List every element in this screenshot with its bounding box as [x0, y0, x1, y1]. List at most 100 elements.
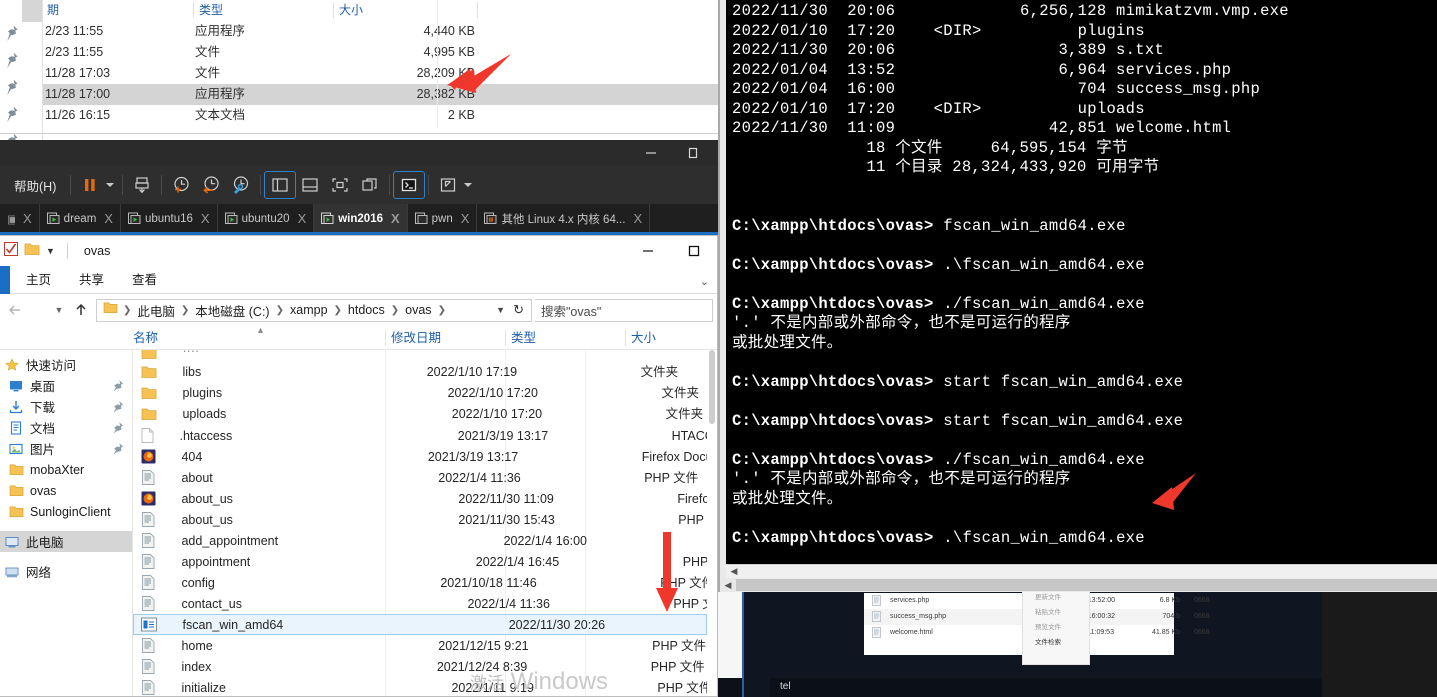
table-row[interactable]: index 2021/12/24 8:39 PHP 文件 5 KB [133, 656, 717, 677]
table-row-selected[interactable]: 11/28 17:00 应用程序 28,382 KB [43, 84, 718, 105]
table-row[interactable]: add_appointment 2022/1/4 16:00 PHP 文件 8 … [133, 530, 717, 551]
table-row[interactable]: 11/26 16:15 文本文档 2 KB [43, 105, 718, 126]
breadcrumb-item[interactable]: 此电脑 [134, 301, 178, 320]
minimize-icon[interactable] [625, 236, 671, 266]
up-icon[interactable] [70, 298, 92, 322]
column-header-type[interactable]: 类型 [199, 0, 223, 20]
explorer-file-list[interactable]: ···· libs 2022/1/10 17:19 文件夹 plugins 20… [133, 350, 717, 696]
sidebar-item-documents[interactable]: 文档 [0, 417, 132, 438]
terminal-screen[interactable]: 2022/11/30 20:06 6,256,128 mimikatzvm.vm… [726, 0, 1437, 564]
scroll-left-icon[interactable]: ◀ [720, 580, 736, 591]
fullscreen-icon[interactable] [325, 172, 355, 198]
sidebar-item-sunloginclient[interactable]: SunloginClient [0, 501, 132, 522]
sidebar-item-this-pc[interactable]: 此电脑 [0, 531, 132, 552]
scrollbar-thumb[interactable] [736, 579, 1437, 591]
breadcrumb-item[interactable]: htdocs [345, 303, 388, 317]
tab-view[interactable]: 查看 [118, 269, 171, 293]
menu-help[interactable]: 帮助(H) [0, 176, 66, 195]
table-row[interactable]: .htaccess 2021/3/19 13:17 HTACCESS 文件 1 … [133, 425, 717, 446]
close-icon[interactable]: X [387, 211, 400, 226]
snapshot-revert-icon[interactable] [196, 172, 226, 198]
column-header-size[interactable]: 大小 [631, 326, 656, 350]
table-row[interactable]: home 2021/12/15 9:21 PHP 文件 2 KB [133, 635, 717, 656]
table-row[interactable]: libs 2022/1/10 17:19 文件夹 [133, 362, 717, 383]
table-row[interactable]: about_us 2021/11/30 15:43 PHP 文件 1 KB [133, 509, 717, 530]
outer-horizontal-scrollbar[interactable]: ◀ [720, 578, 1437, 592]
recent-caret-icon[interactable]: ▼ [48, 298, 70, 322]
table-row[interactable]: config 2021/10/18 11:46 PHP 文件 2 KB [133, 572, 717, 593]
column-header-size[interactable]: 大小 [339, 0, 363, 20]
table-row[interactable]: initialize 2022/1/11 9:19 PHP 文件 1 KB [133, 677, 717, 696]
show-library-icon[interactable] [264, 171, 297, 199]
table-row[interactable]: contact_us 2022/1/4 11:36 PHP 文件 6 KB [133, 593, 717, 614]
stretch-icon[interactable] [433, 172, 463, 198]
table-row[interactable]: about_us 2022/11/30 11:09 Firefox Docume… [133, 488, 717, 509]
stretch-caret-icon[interactable] [464, 183, 473, 187]
refresh-icon[interactable]: ↻ [513, 302, 528, 318]
pin-icon[interactable] [112, 400, 124, 413]
table-row-selected[interactable]: fscan_win_amd64 2022/11/30 20:26 应用程序 85… [133, 614, 717, 635]
scrollbar-thumb[interactable] [709, 350, 715, 424]
pin-icon[interactable] [112, 421, 124, 434]
console-icon[interactable] [393, 171, 426, 199]
column-header-name[interactable]: 名称 [133, 326, 158, 350]
vm-tab-dream[interactable]: dream X [40, 204, 121, 233]
scroll-left-icon[interactable]: ◀ [726, 566, 742, 577]
breadcrumb[interactable]: ❯ 此电脑 ❯ 本地磁盘 (C:) ❯ xampp ❯ htdocs ❯ ova… [96, 298, 532, 322]
context-menu-item-search[interactable]: 文件检索 [1023, 635, 1089, 650]
terminal-horizontal-scrollbar[interactable]: ◀ [726, 564, 1437, 578]
context-menu-item-preview[interactable]: 预览文件 [1023, 620, 1089, 635]
vm-tab-win2016[interactable]: win2016 X [314, 204, 408, 233]
table-row[interactable]: 2/23 11:55 文件 4,995 KB [43, 42, 718, 63]
back-icon[interactable] [4, 298, 26, 322]
check-icon[interactable] [4, 241, 18, 261]
tab-home[interactable]: 主页 [12, 269, 65, 293]
breadcrumb-item[interactable]: xampp [287, 303, 331, 317]
maximize-icon[interactable] [672, 140, 714, 166]
close-icon[interactable]: X [100, 211, 113, 226]
sidebar-item-mobaxter[interactable]: mobaXter [0, 459, 132, 480]
context-menu-item-paste[interactable]: 粘贴文件 [1023, 605, 1089, 620]
quick-access-caret-icon[interactable]: ▼ [46, 246, 55, 256]
pin-icon[interactable] [112, 442, 124, 455]
sidebar-item-pictures[interactable]: 图片 [0, 438, 132, 459]
table-row[interactable]: uploads 2022/1/10 17:20 文件夹 [133, 404, 717, 425]
table-row[interactable]: ···· [133, 350, 717, 362]
sidebar-item-ovas[interactable]: ovas [0, 480, 132, 501]
maximize-icon[interactable] [671, 236, 717, 266]
ribbon-expand-icon[interactable]: ⌄ [700, 275, 709, 288]
close-icon[interactable]: X [197, 211, 210, 226]
table-row[interactable]: welcome.html 2022-11-30 11:09:53 41.85 K… [864, 625, 1210, 641]
table-row[interactable]: 11/28 17:03 文件 28,209 KB [43, 63, 718, 84]
table-row[interactable]: 2/23 11:55 应用程序 4,440 KB [43, 21, 718, 42]
close-icon[interactable]: X [294, 211, 307, 226]
table-row[interactable]: appointment 2022/1/4 16:45 PHP 文件 3 KB [133, 551, 717, 572]
snapshot-manager-icon[interactable] [226, 172, 256, 198]
vm-tab-other-linux[interactable]: 其他 Linux 4.x 内核 64... X [477, 204, 651, 233]
sidebar-item-network[interactable]: 网络 [0, 561, 132, 582]
vm-tab-ubuntu16[interactable]: ubuntu16 X [121, 204, 218, 233]
table-row[interactable]: services.php 2022-01-04 13:52:00 6.8 Kb … [864, 593, 1210, 609]
snapshot-take-icon[interactable] [166, 172, 196, 198]
close-icon[interactable]: X [629, 211, 642, 226]
table-row[interactable]: success_msg.php 2022-01-04 16:00:32 704 … [864, 609, 1210, 625]
context-menu-item-refresh[interactable]: 更新文件 [1023, 592, 1089, 605]
vertical-scrollbar[interactable] [707, 350, 717, 696]
show-thumbnails-icon[interactable] [295, 172, 325, 198]
breadcrumb-item[interactable]: ovas [402, 303, 434, 317]
breadcrumb-item[interactable]: 本地磁盘 (C:) [192, 301, 272, 320]
table-row[interactable]: 404 2021/3/19 13:17 Firefox Document 1 K… [133, 446, 717, 467]
column-header-date[interactable]: 期 [47, 0, 59, 20]
chevron-down-icon[interactable]: ▼ [490, 305, 511, 315]
vm-tab-ubuntu20[interactable]: ubuntu20 X [218, 204, 315, 233]
column-header-date[interactable]: 修改日期 [391, 326, 441, 350]
tab-share[interactable]: 共享 [65, 269, 118, 293]
pin-icon[interactable] [112, 379, 124, 392]
context-menu[interactable]: 更新文件 粘贴文件 预览文件 文件检索 [1022, 592, 1090, 665]
forward-icon[interactable] [26, 298, 48, 322]
snapshot-save-icon[interactable] [127, 172, 157, 198]
pause-icon[interactable] [75, 172, 105, 198]
sidebar-item-quick-access[interactable]: 快速访问 [0, 354, 132, 375]
column-header-type[interactable]: 类型 [511, 326, 536, 350]
dropdown-caret-icon[interactable] [106, 183, 115, 187]
